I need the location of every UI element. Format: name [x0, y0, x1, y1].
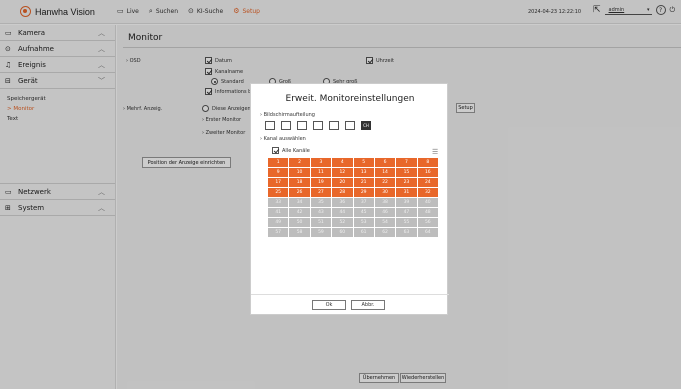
- channel-cell-selected[interactable]: 27: [310, 188, 332, 197]
- channel-cell-selected[interactable]: 20: [332, 178, 353, 187]
- channel-cell-selected[interactable]: 12: [332, 168, 353, 177]
- checkbox-icon: [272, 147, 279, 154]
- channel-cell-unselected[interactable]: 47: [396, 208, 417, 217]
- ok-button[interactable]: Ok: [312, 300, 346, 310]
- split-options: CH: [265, 121, 371, 130]
- channel-cell-unselected[interactable]: 64: [417, 228, 438, 237]
- split-25-icon[interactable]: [329, 121, 339, 130]
- channel-cell-selected[interactable]: 32: [417, 188, 438, 197]
- channel-cell-unselected[interactable]: 61: [353, 228, 374, 237]
- channel-cell-selected[interactable]: 16: [417, 168, 438, 177]
- channel-cell-selected[interactable]: 10: [289, 168, 310, 177]
- split-9-icon[interactable]: [297, 121, 307, 130]
- channel-cell-selected[interactable]: 15: [396, 168, 417, 177]
- channel-cell-unselected[interactable]: 51: [310, 218, 332, 227]
- channel-cell-selected[interactable]: 26: [289, 188, 310, 197]
- channel-cell-selected[interactable]: 2: [289, 158, 310, 167]
- channel-cell-unselected[interactable]: 44: [332, 208, 353, 217]
- channel-cell-unselected[interactable]: 37: [353, 198, 374, 207]
- channel-cell-selected[interactable]: 18: [289, 178, 310, 187]
- channel-cell-selected[interactable]: 28: [332, 188, 353, 197]
- split-1-icon[interactable]: [265, 121, 275, 130]
- channel-cell-unselected[interactable]: 34: [289, 198, 310, 207]
- channel-cell-unselected[interactable]: 63: [396, 228, 417, 237]
- dialog-title: Erweit. Monitoreinstellungen: [285, 94, 415, 104]
- advanced-monitor-dialog: Erweit. Monitoreinstellungen › Bildschir…: [250, 83, 449, 315]
- channel-cell-unselected[interactable]: 38: [374, 198, 396, 207]
- channel-cell-selected[interactable]: 8: [417, 158, 438, 167]
- channel-cell-selected[interactable]: 7: [396, 158, 417, 167]
- channel-cell-selected[interactable]: 17: [268, 178, 289, 187]
- channel-cell-selected[interactable]: 31: [396, 188, 417, 197]
- list-view-icon[interactable]: ☰: [432, 148, 438, 156]
- channel-cell-selected[interactable]: 24: [417, 178, 438, 187]
- channel-cell-selected[interactable]: 23: [396, 178, 417, 187]
- channel-cell-selected[interactable]: 5: [353, 158, 374, 167]
- channel-cell-unselected[interactable]: 54: [374, 218, 396, 227]
- channel-cell-selected[interactable]: 13: [353, 168, 374, 177]
- channel-cell-selected[interactable]: 6: [374, 158, 396, 167]
- channel-cell-unselected[interactable]: 53: [353, 218, 374, 227]
- channel-cell-selected[interactable]: 9: [268, 168, 289, 177]
- channel-cell-selected[interactable]: 21: [353, 178, 374, 187]
- channel-cell-unselected[interactable]: 41: [268, 208, 289, 217]
- channel-cell-unselected[interactable]: 43: [310, 208, 332, 217]
- kanal-label: › Kanal auswählen: [260, 136, 306, 142]
- channel-cell-unselected[interactable]: 36: [332, 198, 353, 207]
- channel-cell-selected[interactable]: 4: [332, 158, 353, 167]
- channel-cell-unselected[interactable]: 58: [289, 228, 310, 237]
- channel-cell-selected[interactable]: 3: [310, 158, 332, 167]
- channel-cell-unselected[interactable]: 33: [268, 198, 289, 207]
- channel-cell-selected[interactable]: 19: [310, 178, 332, 187]
- bildschirm-label: › Bildschirmaufteilung: [260, 112, 315, 118]
- channel-cell-unselected[interactable]: 35: [310, 198, 332, 207]
- channel-cell-unselected[interactable]: 39: [396, 198, 417, 207]
- channel-cell-unselected[interactable]: 45: [353, 208, 374, 217]
- channel-cell-unselected[interactable]: 56: [417, 218, 438, 227]
- channel-cell-unselected[interactable]: 55: [396, 218, 417, 227]
- channel-cell-unselected[interactable]: 52: [332, 218, 353, 227]
- channel-cell-selected[interactable]: 11: [310, 168, 332, 177]
- channel-cell-unselected[interactable]: 40: [417, 198, 438, 207]
- split-36-icon[interactable]: [345, 121, 355, 130]
- channel-cell-selected[interactable]: 22: [374, 178, 396, 187]
- channel-grid: 1 2 3 4 5 6 7 8 9 10 11 12 13 14 15 16 17 18 19 20 21 22 23 24 2…: [268, 158, 438, 237]
- channel-cell-selected[interactable]: 29: [353, 188, 374, 197]
- split-4-icon[interactable]: [281, 121, 291, 130]
- alle-kanaele-checkbox[interactable]: Alle Kanäle: [272, 147, 310, 154]
- channel-cell-unselected[interactable]: 62: [374, 228, 396, 237]
- split-ch-icon[interactable]: CH: [361, 121, 371, 130]
- channel-cell-unselected[interactable]: 46: [374, 208, 396, 217]
- split-16-icon[interactable]: [313, 121, 323, 130]
- channel-cell-selected[interactable]: 1: [268, 158, 289, 167]
- dialog-divider: [251, 294, 449, 295]
- channel-cell-selected[interactable]: 14: [374, 168, 396, 177]
- channel-cell-unselected[interactable]: 57: [268, 228, 289, 237]
- channel-cell-unselected[interactable]: 49: [268, 218, 289, 227]
- channel-cell-selected[interactable]: 30: [374, 188, 396, 197]
- channel-cell-selected[interactable]: 25: [268, 188, 289, 197]
- channel-cell-unselected[interactable]: 59: [310, 228, 332, 237]
- alle-kanaele-label: Alle Kanäle: [282, 147, 310, 154]
- cancel-button[interactable]: Abbr.: [351, 300, 385, 310]
- channel-cell-unselected[interactable]: 60: [332, 228, 353, 237]
- channel-cell-unselected[interactable]: 42: [289, 208, 310, 217]
- channel-cell-unselected[interactable]: 50: [289, 218, 310, 227]
- channel-cell-unselected[interactable]: 48: [417, 208, 438, 217]
